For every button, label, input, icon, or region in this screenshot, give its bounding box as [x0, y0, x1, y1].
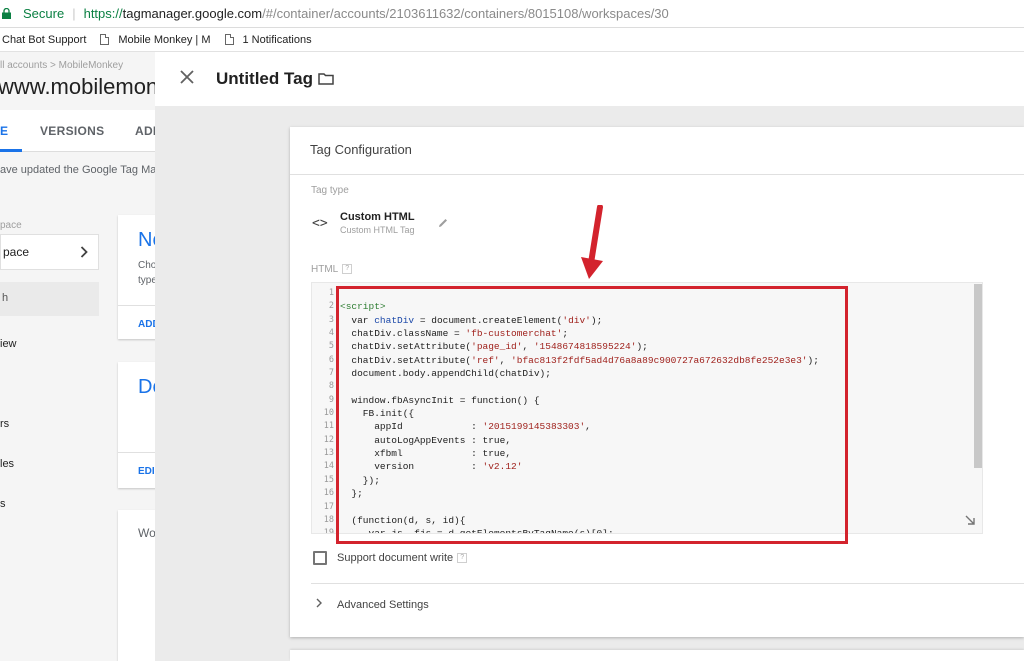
bookmark-label: Mobile Monkey | M — [118, 33, 211, 46]
line-number: 9 — [328, 394, 334, 405]
divider — [118, 452, 158, 453]
page-icon — [100, 34, 110, 45]
line-number: 14 — [323, 461, 334, 472]
line-number: 10 — [323, 408, 334, 419]
advanced-settings-toggle[interactable]: Advanced Settings — [337, 599, 429, 611]
close-icon[interactable] — [180, 70, 194, 84]
active-tab-indicator — [0, 149, 22, 152]
code-brackets-icon: <> — [312, 216, 328, 231]
tag-type-name[interactable]: Custom HTML — [340, 211, 415, 223]
workspace-tabbar: E VERSIONS ADM — [0, 110, 160, 152]
help-icon[interactable]: ? — [457, 553, 468, 564]
nav-folders[interactable]: s — [0, 498, 6, 510]
new-tag-card: Ne Cho type ADD — [118, 215, 158, 339]
page-icon — [224, 34, 234, 45]
workspace-value: pace — [3, 245, 30, 259]
pencil-icon[interactable] — [438, 218, 448, 228]
line-number: 4 — [328, 328, 334, 339]
annotation-arrow-icon — [581, 205, 603, 279]
bookmark-label: 1 Notifications — [242, 33, 312, 46]
line-number: 12 — [323, 434, 334, 445]
triggering-card-edge — [290, 650, 1024, 661]
support-document-write-label: Support document write? — [337, 552, 468, 564]
search-field[interactable]: h — [0, 282, 99, 316]
nav-variables[interactable]: les — [0, 458, 14, 470]
bookmark-chat-bot-support[interactable]: Chat Bot Support — [2, 34, 86, 46]
tab-workspace[interactable]: E — [0, 124, 8, 138]
tab-versions[interactable]: VERSIONS — [40, 124, 104, 138]
description-card: De EDI — [118, 362, 158, 488]
bookmark-mobile-monkey[interactable]: Mobile Monkey | M — [100, 33, 211, 46]
search-text: h — [2, 292, 9, 304]
nav-triggers[interactable]: rs — [0, 418, 9, 430]
checkbox-label-text: Support document write — [337, 552, 454, 564]
line-number-gutter: 1 2 3 4 5 6 7 8 9 10 11 12 13 14 15 16 17 18 19 — [312, 283, 338, 534]
line-number: 5 — [328, 341, 334, 352]
edit-button[interactable]: EDI — [138, 466, 155, 477]
help-icon[interactable]: ? — [342, 264, 353, 275]
support-document-write-checkbox[interactable] — [313, 551, 327, 565]
url-scheme: https:// — [83, 6, 123, 21]
bookmarks-bar: Chat Bot Support Mobile Monkey | M 1 Not… — [0, 28, 1024, 52]
line-number: 13 — [323, 448, 334, 459]
tag-type-description: Custom HTML Tag — [340, 225, 415, 235]
workspace-changes-card: Wo — [118, 510, 158, 661]
resize-handle-icon[interactable] — [964, 514, 976, 526]
breadcrumb[interactable]: ll accounts > MobileMonkey — [0, 60, 123, 71]
url-divider: | — [72, 6, 76, 21]
line-number: 15 — [323, 474, 334, 485]
bookmark-notifications[interactable]: 1 Notifications — [224, 33, 312, 46]
workspace-label: pace — [0, 220, 22, 231]
card-header: Tag Configuration — [290, 127, 1024, 175]
tag-type-label: Tag type — [311, 185, 349, 196]
html-label: HTML? — [311, 264, 353, 275]
update-notice: ave updated the Google Tag Mana — [0, 164, 160, 176]
line-number: 6 — [328, 354, 334, 365]
line-number: 2 — [328, 301, 334, 312]
lock-icon — [2, 8, 11, 19]
tag-title[interactable]: Untitled Tag — [216, 69, 313, 89]
line-number: 11 — [323, 421, 334, 432]
line-number: 16 — [323, 488, 334, 499]
line-number: 8 — [328, 381, 334, 392]
section-divider — [311, 583, 1024, 584]
line-number: 19 — [323, 528, 334, 534]
divider — [118, 305, 158, 306]
nav-overview[interactable]: iew — [0, 338, 17, 350]
card-header-title: Tag Configuration — [310, 142, 412, 157]
line-number: 1 — [328, 288, 334, 298]
url-path: /#/container/accounts/2103611632/contain… — [262, 6, 669, 21]
url-host: tagmanager.google.com — [122, 6, 263, 21]
bookmark-label: Chat Bot Support — [2, 33, 87, 46]
line-number: 18 — [323, 514, 334, 525]
html-label-text: HTML — [311, 264, 339, 275]
card-title: Wo — [138, 526, 156, 540]
workspace-selector[interactable]: pace — [0, 234, 99, 270]
container-name: www.mobilemonke — [0, 74, 160, 99]
annotation-highlight-box — [336, 286, 848, 544]
editor-scrollbar[interactable] — [974, 284, 982, 468]
chevron-right-icon[interactable] — [315, 598, 323, 608]
card-text: Cho — [138, 260, 157, 271]
address-bar[interactable]: Secure | https://tagmanager.google.com/#… — [0, 0, 1024, 28]
chevron-right-icon — [80, 246, 88, 258]
line-number: 17 — [323, 501, 334, 512]
folder-icon[interactable] — [318, 72, 334, 85]
line-number: 7 — [328, 368, 334, 379]
line-number: 3 — [328, 314, 334, 325]
secure-label: Secure — [23, 6, 65, 21]
